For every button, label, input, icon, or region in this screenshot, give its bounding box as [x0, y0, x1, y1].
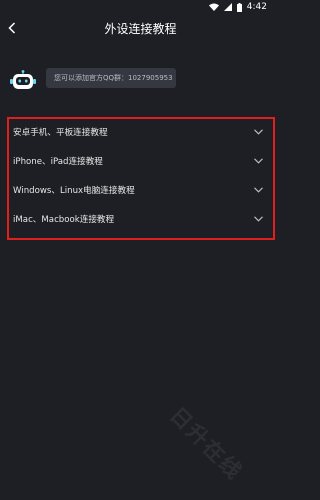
status-bar: 4:42 — [0, 0, 281, 14]
chevron-down-icon — [254, 216, 263, 222]
watermark: 日升在线 — [165, 402, 248, 485]
wifi-icon — [208, 3, 219, 11]
status-time: 4:42 — [246, 2, 267, 12]
guide-item-label: 安卓手机、平板连接教程 — [13, 128, 108, 138]
qq-group-notice: 您可以添加官方QQ群：1027905953 — [46, 68, 176, 88]
guide-item-label: iMac、Macbook连接教程 — [13, 215, 115, 225]
guide-item-windows[interactable]: Windows、Linux电脑连接教程 — [9, 178, 273, 202]
header: 外设连接教程 — [0, 14, 281, 42]
guide-list: 安卓手机、平板连接教程 iPhone、iPad连接教程 Windows、Linu… — [7, 117, 275, 240]
robot-avatar-icon — [10, 70, 36, 89]
page-title: 外设连接教程 — [104, 22, 177, 36]
guide-item-label: Windows、Linux电脑连接教程 — [13, 186, 135, 196]
chevron-down-icon — [254, 158, 263, 164]
guide-item-label: iPhone、iPad连接教程 — [13, 157, 103, 167]
chevron-down-icon — [254, 187, 263, 193]
battery-icon — [236, 2, 242, 12]
signal-icon — [223, 3, 232, 11]
guide-item-android[interactable]: 安卓手机、平板连接教程 — [9, 120, 273, 144]
guide-item-imac[interactable]: iMac、Macbook连接教程 — [9, 207, 273, 231]
qq-group-notice-text: 您可以添加官方QQ群：1027905953 — [54, 74, 173, 82]
guide-item-iphone[interactable]: iPhone、iPad连接教程 — [9, 149, 273, 173]
chevron-down-icon — [254, 129, 263, 135]
